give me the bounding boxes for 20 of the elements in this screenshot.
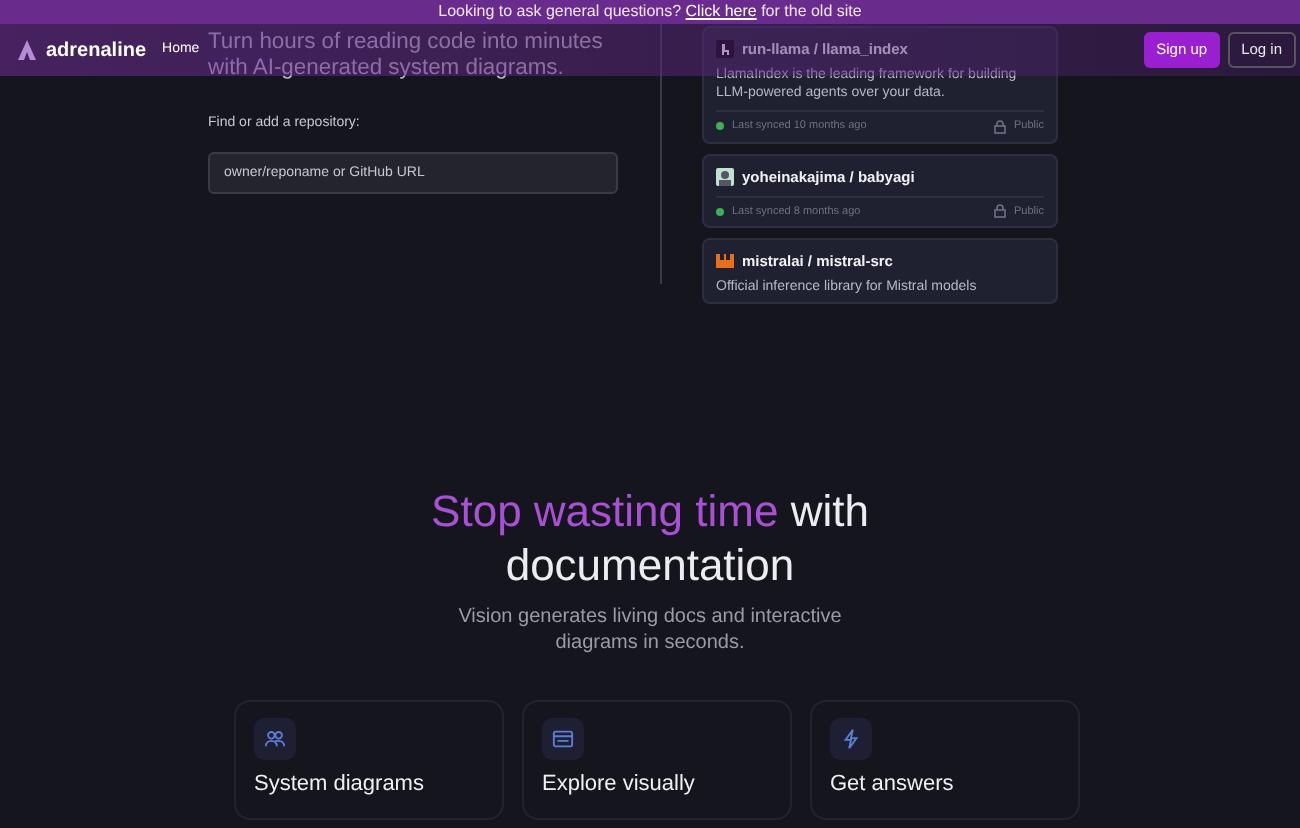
block-logo-icon [716,252,734,271]
lock-icon [994,204,1007,219]
lightning-icon [840,728,862,750]
logo-icon [16,38,38,62]
window-icon [552,728,574,750]
feature-title: Explore visually [542,772,697,796]
synced-dot [716,207,724,216]
llama-avatar-icon [716,40,734,59]
section-subtitle: Vision generates living docs and interactive diagrams in seconds. [456,604,844,656]
section-heading: Stop wasting time with documentation [429,484,871,592]
banner-text: Looking to ask general questions? Click here for the old site [0,0,1300,24]
feature-title: Get answers [830,772,956,796]
old-site-link[interactable]: Click here [685,2,757,20]
lock-icon [994,119,1007,134]
people-icon [264,728,286,750]
synced-dot [716,122,724,131]
hero-subtitle: Turn hours of reading code into minutes with AI-generated system diagrams. [208,30,605,82]
logo-text[interactable]: adrenaline [46,35,147,65]
feature-title: System diagrams [254,772,426,796]
avatar-icon [716,167,734,186]
